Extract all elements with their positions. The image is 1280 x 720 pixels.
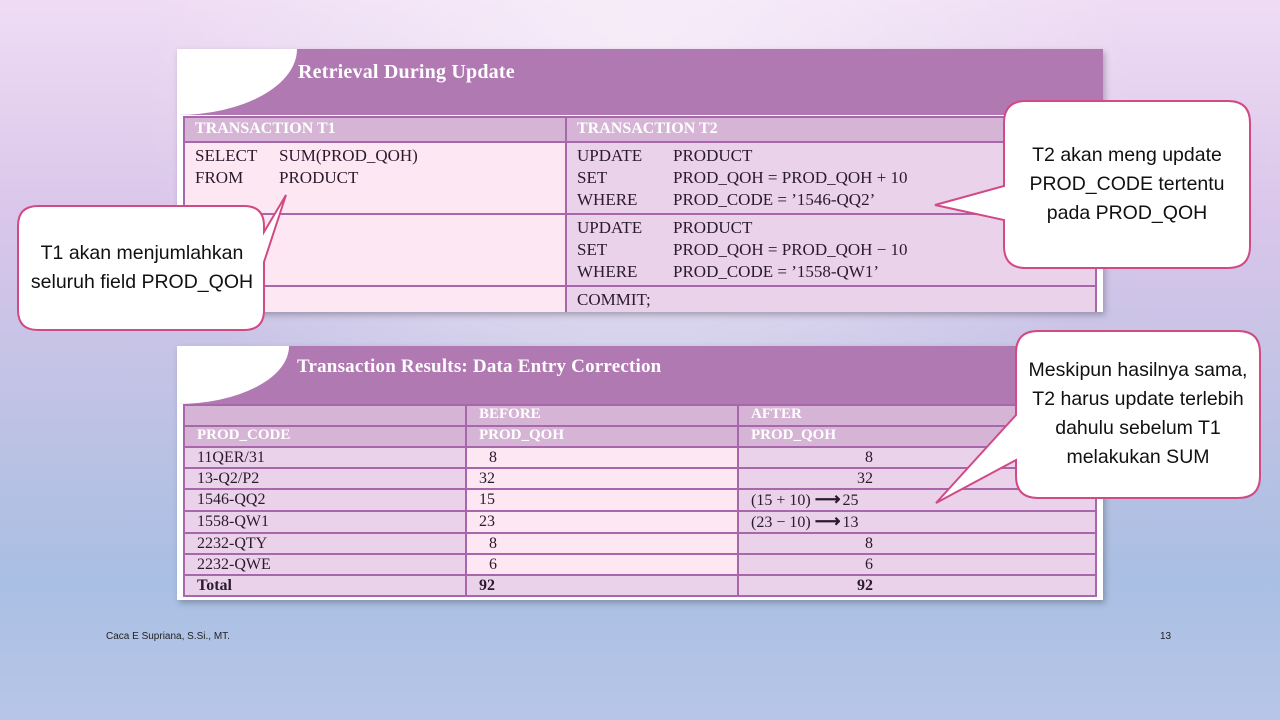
t1-select-cell: SELECT SUM(PROD_QOH) FROM PRODUCT — [183, 141, 567, 215]
transaction-table: TRANSACTION T1 TRANSACTION T2 SELECT SUM(… — [183, 116, 1097, 312]
sql-keyword: WHERE — [577, 262, 638, 281]
figure-retrieval-during-update: Retrieval During Update TRANSACTION T1 T… — [177, 49, 1103, 312]
cell-after: (23 − 10) ⟶ 13 — [737, 510, 1097, 534]
figure-title: Transaction Results: Data Entry Correcti… — [297, 356, 662, 377]
header-transaction-t1: TRANSACTION T1 — [183, 116, 567, 143]
footer-author: Caca E Supriana, S.Si., MT. — [106, 631, 230, 642]
sql-keyword: SELECT — [195, 146, 258, 165]
cell-before: 15 — [465, 488, 739, 512]
cell-before: 32 — [465, 467, 739, 490]
slide-number: 13 — [1160, 631, 1172, 642]
cell-before: 6 — [465, 553, 739, 576]
sql-value: PROD_CODE = ’1546-QQ2’ — [673, 190, 876, 209]
sql-keyword: SET — [577, 240, 608, 259]
callout-t2-text: T2 akan meng update PROD_CODE tertentu p… — [1029, 143, 1225, 224]
sql-value: PROD_QOH = PROD_QOH − 10 — [673, 240, 908, 259]
cell-prod-code: 11QER/31 — [183, 446, 467, 469]
header-prod-qoh-before: PROD_QOH — [465, 425, 739, 448]
sql-value: PROD_QOH = PROD_QOH + 10 — [673, 168, 908, 187]
sql-keyword: WHERE — [577, 190, 638, 209]
results-table: BEFORE AFTER PROD_CODE PROD_QOH PROD_QOH… — [183, 404, 1097, 597]
cell-before: 8 — [465, 446, 739, 469]
cell-prod-code: 2232-QTY — [183, 532, 467, 555]
header-empty — [183, 404, 467, 427]
sql-keyword: FROM — [195, 168, 244, 187]
sql-keyword: UPDATE — [577, 146, 643, 165]
cell-total-before: 92 — [465, 574, 739, 597]
table-row: 1558-QW1 23 (23 − 10) ⟶ 13 — [183, 510, 1097, 534]
cell-before: 23 — [465, 510, 739, 534]
cell-after: (15 + 10) ⟶ 25 — [737, 488, 1097, 512]
cell-prod-code: 1546-QQ2 — [183, 488, 467, 512]
table-row: 2232-QWE 6 6 — [183, 553, 1097, 576]
cell-before: 8 — [465, 532, 739, 555]
table-row: 11QER/31 8 8 — [183, 446, 1097, 469]
cell-prod-code: 1558-QW1 — [183, 510, 467, 534]
sql-value: SUM(PROD_QOH) — [279, 146, 418, 165]
sql-value: PROD_CODE = ’1558-QW1’ — [673, 262, 880, 281]
cell-after: 6 — [737, 553, 1097, 576]
t2-commit-cell: COMMIT; — [565, 285, 1097, 312]
cell-after: 8 — [737, 532, 1097, 555]
table-row: 2232-QTY 8 8 — [183, 532, 1097, 555]
sql-keyword: UPDATE — [577, 218, 643, 237]
cell-prod-code: 13-Q2/P2 — [183, 467, 467, 490]
header-prod-code: PROD_CODE — [183, 425, 467, 448]
cell-total-after: 92 — [737, 574, 1097, 597]
sql-value: PRODUCT — [279, 168, 359, 187]
callout-result-text: Meskipun hasilnya sama, T2 harus update … — [1028, 359, 1248, 468]
table-row: 1546-QQ2 15 (15 + 10) ⟶ 25 — [183, 488, 1097, 512]
right-arrow-icon: ⟶ — [814, 489, 841, 509]
table-row: 13-Q2/P2 32 32 — [183, 467, 1097, 490]
figure-title: Retrieval During Update — [298, 61, 515, 83]
figure-transaction-results: Transaction Results: Data Entry Correcti… — [177, 346, 1103, 600]
right-arrow-icon: ⟶ — [814, 511, 841, 531]
cell-total-label: Total — [183, 574, 467, 597]
sql-keyword: SET — [577, 168, 608, 187]
header-before: BEFORE — [465, 404, 739, 427]
cell-prod-code: 2232-QWE — [183, 553, 467, 576]
sql-value: PRODUCT — [673, 218, 753, 237]
table-total-row: Total 92 92 — [183, 574, 1097, 597]
sql-value: PRODUCT — [673, 146, 753, 165]
callout-t1-text: T1 akan menjumlahkan seluruh field PROD_… — [30, 242, 254, 293]
